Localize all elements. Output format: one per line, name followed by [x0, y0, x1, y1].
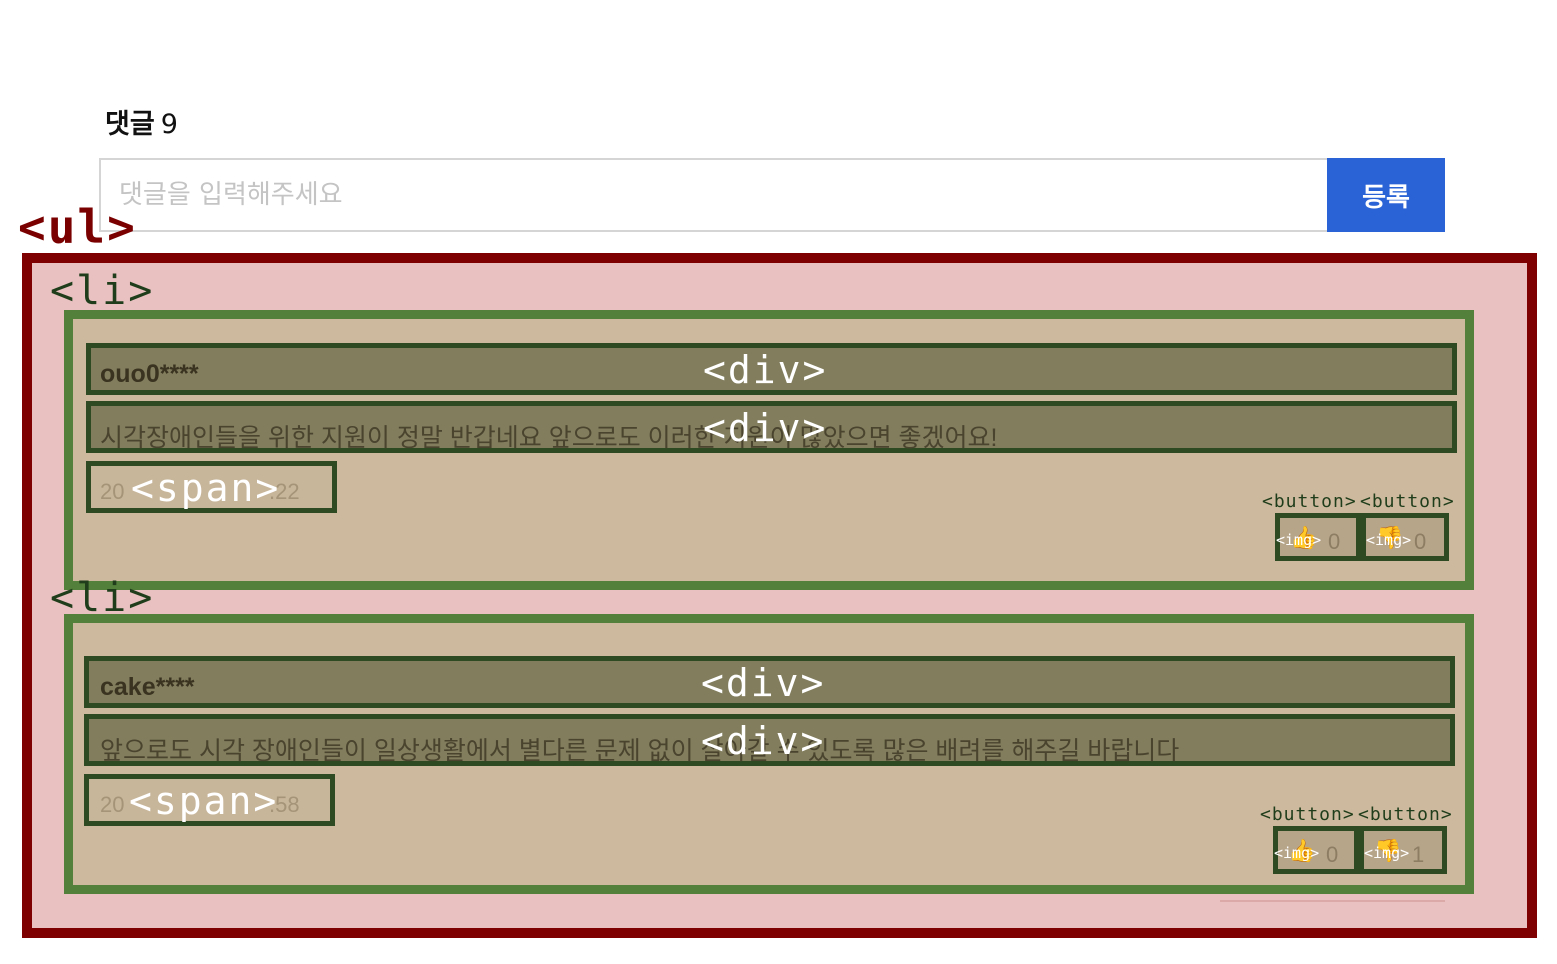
div-tag-label: <div> [703, 406, 828, 450]
comment-text: 앞으로도 시각 장애인들이 일상생활에서 별다른 문제 없이 살아갈 수 있도록… [100, 737, 1180, 765]
div-tag-label: <div> [703, 348, 828, 392]
comment-date: 20 .22 <span> [86, 461, 337, 513]
img-tag-label: <img> [1276, 531, 1322, 549]
comment-body-row: 시각장애인들을 위한 지원이 정말 반갑네요 앞으로도 이러한 지원이 많았으면… [86, 401, 1457, 453]
comment-count: 9 [160, 109, 178, 140]
comment-body-row: 앞으로도 시각 장애인들이 일상생활에서 별다른 문제 없이 살아갈 수 있도록… [84, 714, 1455, 766]
button-tag-label: <button> [1262, 491, 1357, 512]
comment-section-title: 댓글 9 [105, 102, 178, 141]
span-tag-label: <span> [129, 779, 279, 823]
like-button[interactable]: 👍 0 <img> [1273, 826, 1359, 874]
comment-input[interactable] [99, 158, 1329, 232]
like-count: 0 [1328, 529, 1341, 554]
img-tag-label: <img> [1274, 844, 1320, 862]
button-tag-label: <button> [1260, 804, 1355, 825]
button-tag-label: <button> [1360, 491, 1455, 512]
ul-tag-label: <ul> [18, 200, 137, 254]
submit-button[interactable]: 등록 [1327, 158, 1445, 232]
comment-user-row: ouo0**** <div> [86, 343, 1457, 395]
img-tag-label: <img> [1366, 531, 1412, 549]
comment-user-row: cake**** <div> [84, 656, 1455, 708]
comment-username: cake**** [100, 673, 195, 701]
span-tag-label: <span> [131, 466, 281, 510]
button-tag-label: <button> [1358, 804, 1453, 825]
dislike-button[interactable]: 👎 1 <img> [1359, 826, 1447, 874]
like-count: 0 [1326, 842, 1339, 867]
div-tag-label: <div> [701, 719, 826, 763]
li-tag-label: <li> [50, 268, 155, 314]
comment-username: ouo0**** [100, 360, 199, 388]
comment-date: 20 .58 <span> [84, 774, 335, 826]
dislike-count: 1 [1412, 842, 1425, 867]
like-button[interactable]: 👍 0 <img> [1275, 513, 1361, 561]
img-tag-label: <img> [1364, 844, 1410, 862]
dislike-count: 0 [1414, 529, 1427, 554]
comment-text: 시각장애인들을 위한 지원이 정말 반갑네요 앞으로도 이러한 지원이 많았으면… [100, 424, 998, 452]
dislike-button[interactable]: 👎 0 <img> [1361, 513, 1449, 561]
div-tag-label: <div> [701, 661, 826, 705]
comment-date-left: 20 [100, 479, 125, 504]
comment-title-label: 댓글 [105, 109, 155, 140]
divider [1220, 900, 1445, 902]
comment-date-left: 20 [100, 792, 125, 817]
